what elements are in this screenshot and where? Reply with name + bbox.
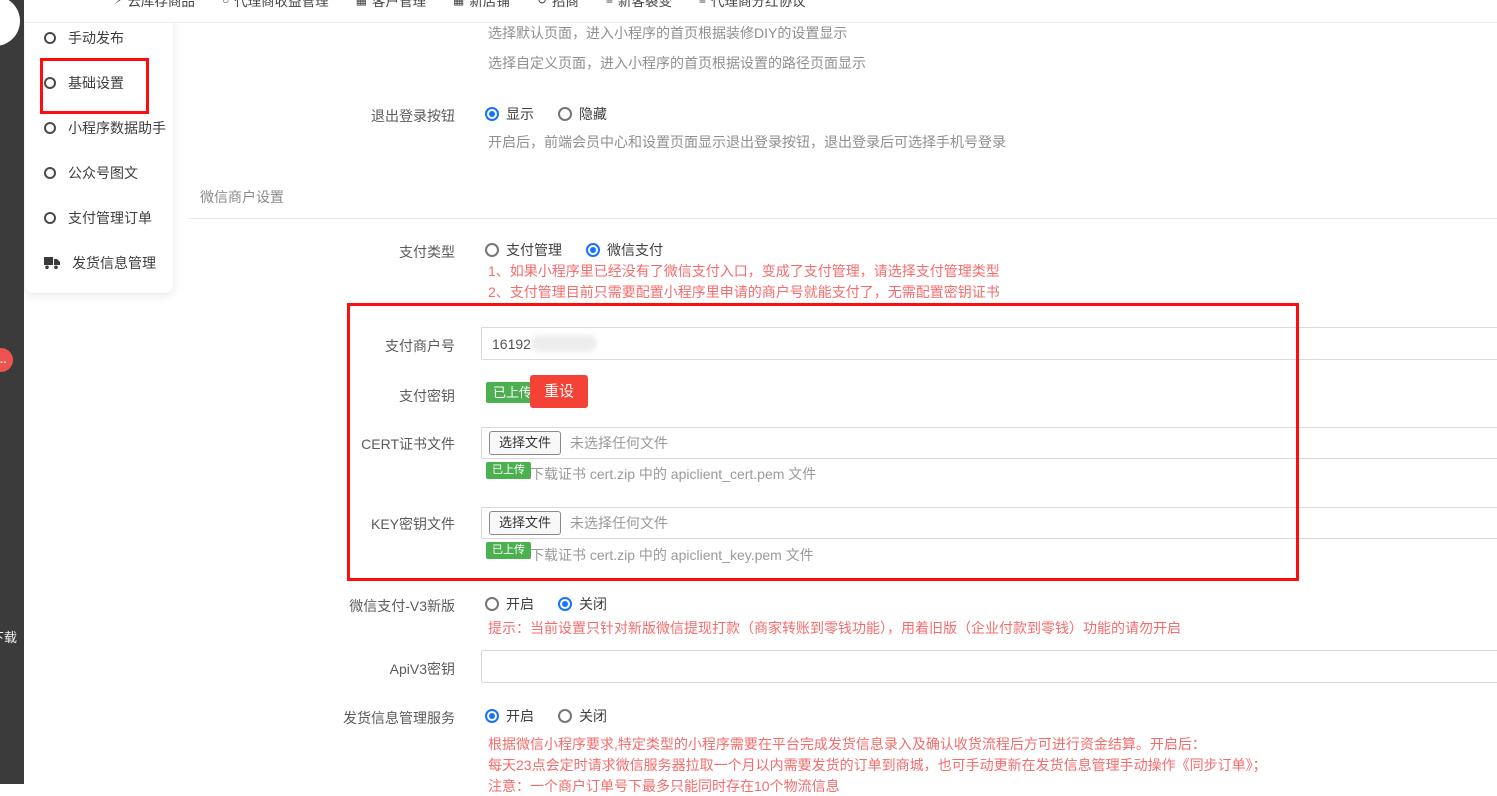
radio-shipping-on[interactable]: [485, 709, 499, 723]
circle-icon: [44, 167, 56, 179]
sidebar-item-label: 基础设置: [68, 73, 124, 93]
home-page-hint-default: 选择默认页面，进入小程序的首页根据装修DIY的设置显示: [488, 23, 847, 43]
download-link[interactable]: 下载: [0, 627, 17, 646]
shipping-note-1: 根据微信小程序要求,特定类型的小程序需要在平台完成发货信息录入及确认收货流程后方…: [488, 734, 1206, 754]
redaction-blur: [531, 335, 597, 352]
radio-wechat-pay-label[interactable]: 微信支付: [607, 240, 663, 260]
v3-radio-group: 开启 关闭: [485, 594, 624, 614]
avatar[interactable]: [0, 0, 20, 46]
circle-icon: [44, 212, 56, 224]
logout-button-label: 退出登录按钮: [176, 106, 455, 126]
pay-type-note-1: 1、如果小程序里已经没有了微信支付入口，变成了支付管理，请选择支付管理类型: [488, 261, 1000, 281]
radio-v3-on[interactable]: [485, 597, 499, 611]
radio-shipping-off-label[interactable]: 关闭: [579, 706, 607, 726]
nav-item-agent-dividend[interactable]: ≡ 代理商分红协议: [699, 0, 806, 10]
sidebar-item-payment-orders[interactable]: 支付管理订单: [25, 195, 173, 240]
shipping-note-3: 注意：一个商户订单号下最多只能同时存在10个物流信息: [488, 776, 840, 796]
nav-item-fission[interactable]: ≡ 新客裂变: [606, 0, 672, 10]
radio-v3-on-label[interactable]: 开启: [506, 594, 534, 614]
radio-v3-off[interactable]: [558, 597, 572, 611]
sidebar-item-shipping-info[interactable]: 发货信息管理: [25, 240, 173, 285]
nav-item-new-store[interactable]: ▦ 新店铺: [453, 0, 510, 10]
sidebar-item-label: 公众号图文: [68, 163, 138, 183]
pay-type-label: 支付类型: [176, 242, 455, 262]
merchant-id-label: 支付商户号: [176, 336, 455, 356]
left-rail: … 下载: [0, 0, 24, 784]
logout-hint: 开启后，前端会员中心和设置页面显示退出登录按钮，退出登录后可选择手机号登录: [488, 132, 1006, 152]
choose-file-button[interactable]: 选择文件: [489, 431, 561, 456]
sidebar-item-official-articles[interactable]: 公众号图文: [25, 150, 173, 195]
merchant-id-input[interactable]: [481, 327, 1497, 360]
nav-item-label: 招商: [552, 0, 579, 10]
shipping-service-label: 发货信息管理服务: [176, 708, 455, 728]
logout-radio-group: 显示 隐藏: [485, 104, 624, 124]
radio-hide-label[interactable]: 隐藏: [579, 104, 607, 124]
nav-item-label: 代理商收益管理: [234, 0, 329, 10]
radio-pay-mgmt[interactable]: [485, 243, 499, 257]
radio-shipping-off[interactable]: [558, 709, 572, 723]
sidebar-item-basic-settings[interactable]: 基础设置: [25, 60, 173, 105]
shipping-note-2: 每天23点会定时请求微信服务器拉取一个月以内需要发货的订单到商城，也可手动更新在…: [488, 755, 1267, 775]
pay-type-note-2: 2、支付管理目前只需要配置小程序里申请的商户号就能支付了，无需配置密钥证书: [488, 282, 1000, 302]
v3-label: 微信支付-V3新版: [176, 596, 455, 616]
radio-wechat-pay[interactable]: [586, 243, 600, 257]
cert-file-label: CERT证书文件: [176, 434, 455, 454]
reset-button[interactable]: 重设: [530, 375, 588, 408]
settings-form: 选择默认页面，进入小程序的首页根据装修DIY的设置显示 选择自定义页面，进入小程…: [176, 14, 1497, 784]
apiv3-key-label: ApiV3密钥: [176, 659, 455, 679]
settings-sidebar: 手动发布 基础设置 小程序数据助手 公众号图文 支付管理订单 发货信息管理: [25, 15, 173, 293]
menu-icon: ≡: [606, 0, 613, 7]
key-file-label: KEY密钥文件: [176, 514, 455, 534]
sidebar-item-miniprogram-data[interactable]: 小程序数据助手: [25, 105, 173, 150]
choose-file-button[interactable]: 选择文件: [489, 511, 561, 536]
home-page-hint-custom: 选择自定义页面，进入小程序的首页根据设置的路径页面显示: [488, 53, 866, 73]
section-divider: [188, 218, 1497, 219]
circle-icon: [44, 122, 56, 134]
nav-item-label: 客户管理: [372, 0, 426, 10]
uploaded-badge: 已上传: [486, 462, 531, 479]
merchant-section-title: 微信商户设置: [200, 187, 284, 207]
nav-item-cloud-stock[interactable]: ⚡ 云库存商品: [114, 0, 195, 10]
radio-show[interactable]: [485, 107, 499, 121]
notification-badge[interactable]: …: [0, 348, 13, 372]
key-file-input[interactable]: 选择文件 未选择任何文件: [481, 507, 1497, 539]
circle-icon: [44, 32, 56, 44]
sidebar-item-label: 小程序数据助手: [68, 118, 166, 138]
radio-show-label[interactable]: 显示: [506, 104, 534, 124]
shipping-radio-group: 开启 关闭: [485, 706, 624, 726]
circle-icon: [44, 77, 56, 89]
circle-icon: ○: [222, 0, 229, 7]
radio-hide[interactable]: [558, 107, 572, 121]
radio-pay-mgmt-label[interactable]: 支付管理: [506, 240, 562, 260]
top-nav: ⚡ 云库存商品 ○ 代理商收益管理 ▦ 客户管理 ▦ 新店铺 ↻ 招商 ≡ 新客…: [24, 0, 1497, 23]
uploaded-badge: 已上传: [486, 542, 531, 559]
v3-hint: 提示：当前设置只针对新版微信提现打款（商家转账到零钱功能），用着旧版（企业付款到…: [488, 618, 1181, 638]
pay-key-label: 支付密钥: [176, 386, 455, 406]
no-file-chosen-text: 未选择任何文件: [570, 433, 668, 453]
grid-icon: ▦: [453, 0, 464, 7]
nav-item-agent-revenue[interactable]: ○ 代理商收益管理: [222, 0, 329, 10]
key-file-hint: 下载证书 cert.zip 中的 apiclient_key.pem 文件: [530, 545, 814, 565]
radio-shipping-on-label[interactable]: 开启: [506, 706, 534, 726]
nav-item-label: 云库存商品: [127, 0, 195, 10]
radio-v3-off-label[interactable]: 关闭: [579, 594, 607, 614]
truck-icon: [44, 256, 60, 269]
bolt-icon: ⚡: [114, 0, 122, 7]
nav-item-label: 新店铺: [469, 0, 510, 10]
nav-item-label: 新客裂变: [618, 0, 672, 10]
cert-file-input[interactable]: 选择文件 未选择任何文件: [481, 427, 1497, 459]
menu-icon: ≡: [699, 0, 706, 7]
cert-file-hint: 下载证书 cert.zip 中的 apiclient_cert.pem 文件: [530, 464, 816, 484]
nav-item-investment[interactable]: ↻ 招商: [537, 0, 579, 10]
sidebar-item-label: 发货信息管理: [72, 253, 156, 273]
nav-item-label: 代理商分红协议: [711, 0, 806, 10]
pay-type-radio-group: 支付管理 微信支付: [485, 240, 680, 260]
no-file-chosen-text: 未选择任何文件: [570, 513, 668, 533]
sidebar-item-label: 支付管理订单: [68, 208, 152, 228]
sidebar-item-label: 手动发布: [68, 28, 124, 48]
apiv3-key-input[interactable]: [481, 650, 1497, 683]
grid-icon: ▦: [356, 0, 367, 7]
nav-item-customer-mgmt[interactable]: ▦ 客户管理: [356, 0, 426, 10]
sync-icon: ↻: [537, 0, 547, 7]
